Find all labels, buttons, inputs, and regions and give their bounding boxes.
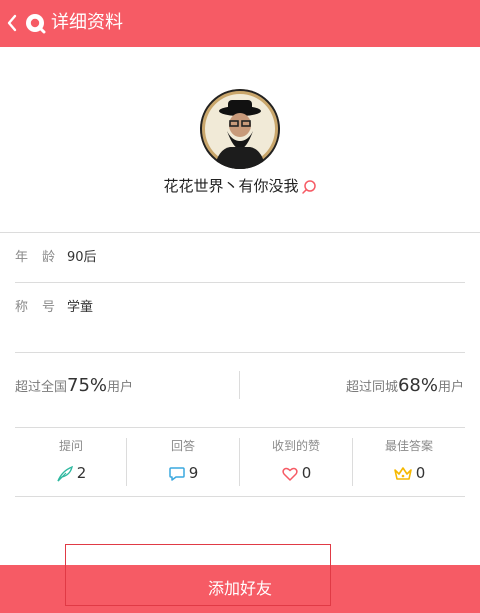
city-comparison: 超过同城68%用户 <box>346 372 464 402</box>
crown-icon <box>393 466 412 480</box>
divider <box>15 427 465 428</box>
qzone-logo-icon <box>26 14 46 34</box>
title-label: 称号 <box>15 300 70 315</box>
stat-answers[interactable]: 回答 9 <box>127 437 239 487</box>
city-prefix: 超过同城 <box>345 380 398 395</box>
header-bar: 详细资料 <box>0 0 480 47</box>
stat-value: 2 <box>76 464 87 482</box>
title-value: 学童 <box>67 300 94 315</box>
divider <box>15 496 465 497</box>
national-prefix: 超过全国 <box>15 380 68 395</box>
vertical-divider <box>239 371 240 399</box>
stat-questions[interactable]: 提问 2 <box>15 437 127 487</box>
stat-label: 回答 <box>170 439 195 453</box>
stat-value: 9 <box>188 464 199 482</box>
add-friend-button[interactable]: 添加好友 <box>0 565 480 613</box>
divider <box>0 232 480 233</box>
feather-icon <box>57 465 73 481</box>
divider <box>15 282 465 283</box>
city-suffix: 用户 <box>437 380 464 395</box>
stat-value: 0 <box>415 464 426 482</box>
page-title: 详细资料 <box>51 12 123 33</box>
stat-label: 提问 <box>58 439 83 453</box>
national-comparison: 超过全国75%用户 <box>15 372 133 402</box>
age-value: 90后 <box>67 250 97 265</box>
nickname-row: 花花世界丶有你没我 <box>0 174 480 198</box>
heart-icon <box>282 467 298 481</box>
avatar[interactable] <box>200 89 280 169</box>
city-percent: 68% <box>397 375 438 396</box>
national-suffix: 用户 <box>107 380 134 395</box>
back-chevron-icon[interactable] <box>6 11 22 35</box>
speech-bubble-icon <box>168 466 185 481</box>
stat-best-answers[interactable]: 最佳答案 0 <box>353 437 465 487</box>
search-icon[interactable] <box>301 179 317 195</box>
national-percent: 75% <box>67 375 108 396</box>
stat-label: 最佳答案 <box>384 439 433 453</box>
stat-label: 收到的赞 <box>271 439 320 453</box>
stat-likes[interactable]: 收到的赞 0 <box>240 437 352 487</box>
stat-value: 0 <box>301 464 312 482</box>
age-label: 年龄 <box>15 250 70 265</box>
nickname: 花花世界丶有你没我 <box>163 177 299 195</box>
divider <box>15 352 465 353</box>
